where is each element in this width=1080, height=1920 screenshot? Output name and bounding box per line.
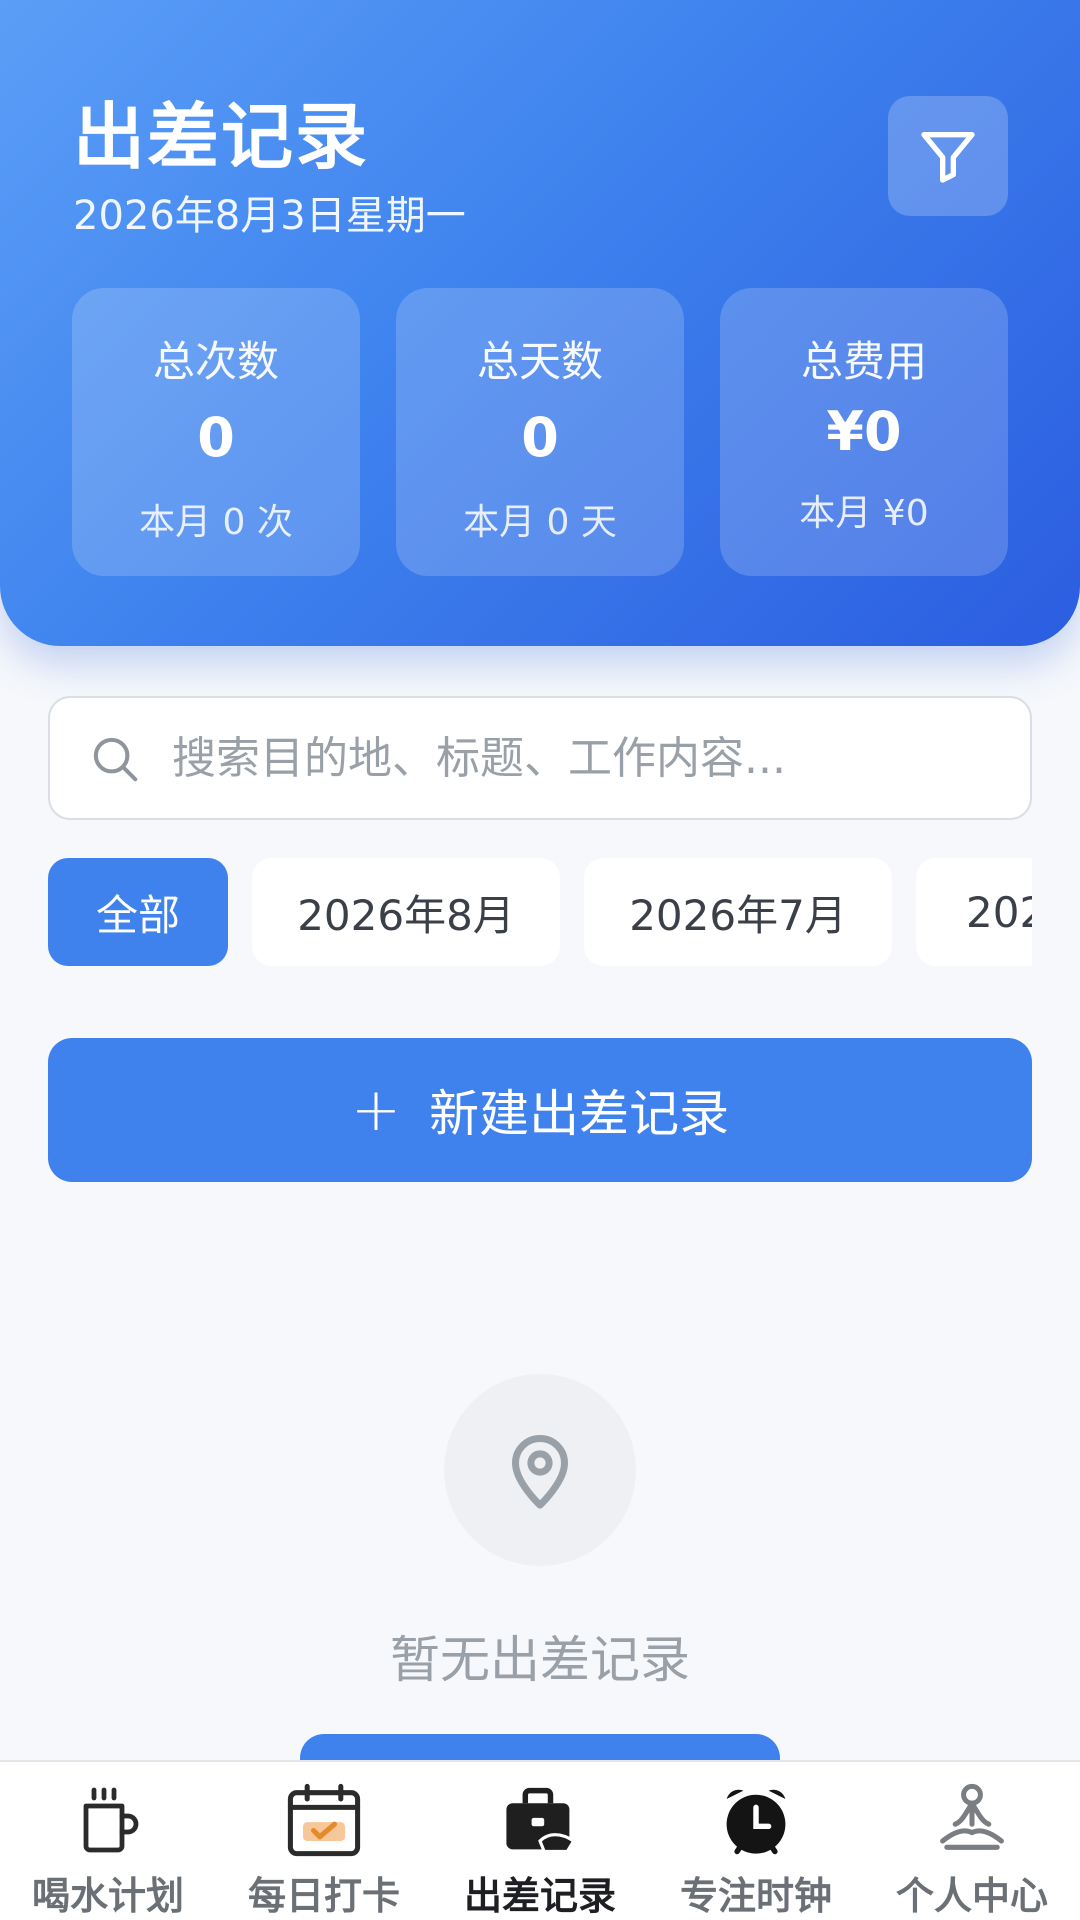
filter-icon bbox=[921, 132, 975, 183]
stat-label: 总次数 bbox=[152, 337, 279, 386]
tab-focus-clock[interactable]: 专注时钟 bbox=[648, 1762, 864, 1920]
stat-value: ¥0 bbox=[826, 400, 902, 463]
tab-label: 专注时钟 bbox=[679, 1874, 832, 1918]
month-filter-bar: 全部 2026年8月 2026年7月 202 bbox=[48, 858, 1032, 968]
stat-card-total-count: 总次数 0 本月 0 次 bbox=[72, 288, 360, 576]
new-trip-record-label: 新建出差记录 bbox=[429, 1085, 730, 1143]
filter-button[interactable] bbox=[888, 96, 1008, 216]
tab-profile[interactable]: 个人中心 bbox=[864, 1762, 1080, 1920]
empty-state-text: 暂无出差记录 bbox=[390, 1631, 690, 1689]
tab-label: 每日打卡 bbox=[247, 1874, 400, 1918]
tab-label: 喝水计划 bbox=[31, 1874, 184, 1918]
tab-water-plan[interactable]: 喝水计划 bbox=[0, 1762, 216, 1920]
stat-card-total-cost: 总费用 ¥0 本月 ¥0 bbox=[720, 288, 1008, 576]
filter-chip-more[interactable]: 202 bbox=[916, 858, 1032, 966]
stat-sub: 本月 0 次 bbox=[139, 502, 293, 543]
tab-label: 出差记录 bbox=[463, 1874, 616, 1918]
filter-chip-2026-08[interactable]: 2026年8月 bbox=[252, 858, 560, 966]
empty-state-icon-wrap bbox=[444, 1374, 636, 1566]
page-title: 出差记录 bbox=[73, 95, 370, 179]
search-box[interactable] bbox=[48, 696, 1032, 820]
tab-daily-checkin[interactable]: 每日打卡 bbox=[216, 1762, 432, 1920]
cup-icon bbox=[83, 1787, 139, 1852]
plus-icon: + bbox=[350, 1075, 402, 1145]
stat-label: 总天数 bbox=[476, 337, 603, 386]
tab-label: 个人中心 bbox=[895, 1874, 1048, 1918]
calendar-check-icon bbox=[287, 1783, 361, 1856]
briefcase-icon bbox=[506, 1787, 576, 1853]
stat-value: 0 bbox=[197, 406, 235, 469]
stat-card-total-days: 总天数 0 本月 0 天 bbox=[396, 288, 684, 576]
filter-chip-all[interactable]: 全部 bbox=[48, 858, 228, 966]
location-pin-icon bbox=[512, 1435, 568, 1509]
stat-sub: 本月 0 天 bbox=[463, 502, 617, 543]
stat-sub: 本月 ¥0 bbox=[799, 493, 929, 534]
header: 出差记录 2026年8月3日星期一 总次数 0 本月 0 次 总天数 0 本月 … bbox=[0, 0, 1080, 646]
stat-label: 总费用 bbox=[800, 337, 927, 386]
filter-chip-2026-07[interactable]: 2026年7月 bbox=[584, 858, 892, 966]
search-icon bbox=[93, 737, 138, 782]
alarm-clock-icon bbox=[726, 1789, 786, 1854]
tab-trip-records[interactable]: 出差记录 bbox=[432, 1762, 648, 1920]
search-input[interactable] bbox=[170, 698, 1010, 818]
current-date: 2026年8月3日星期一 bbox=[73, 193, 466, 239]
meditation-person-icon bbox=[940, 1783, 1004, 1850]
new-trip-record-button[interactable]: + 新建出差记录 bbox=[48, 1038, 1032, 1182]
bottom-tab-bar: 喝水计划 每日打卡 出差记录 专注时钟 个人中心 bbox=[0, 1760, 1080, 1920]
stat-value: 0 bbox=[521, 406, 559, 469]
